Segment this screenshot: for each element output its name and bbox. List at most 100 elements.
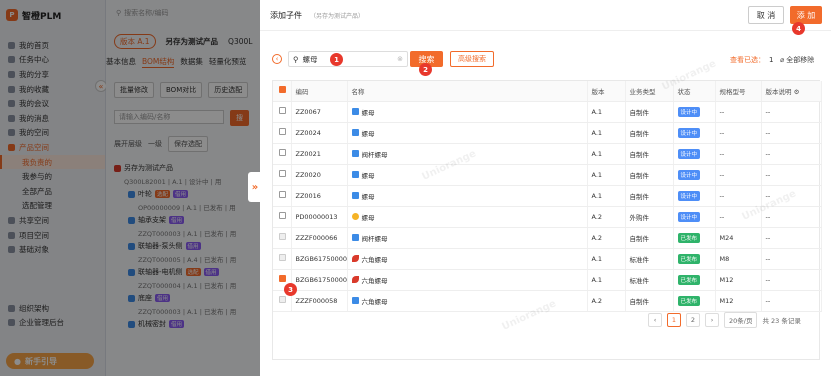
row-checkbox[interactable]	[279, 212, 286, 219]
cell-version: A.1	[587, 164, 626, 186]
cell-type: 标准件	[625, 269, 674, 291]
selected-count: 1	[769, 56, 774, 64]
drawer-header: 添加子件 （另存为测试产品）	[270, 10, 364, 21]
cell-type: 外购件	[625, 206, 674, 228]
table-row[interactable]: BZGB6175000066 六角螺母 A.1标准件已发布 M8--	[273, 248, 822, 270]
cell-name: 螺母	[347, 206, 588, 228]
cell-spec: --	[715, 185, 762, 207]
advanced-search-button[interactable]: 高级搜索	[450, 51, 494, 67]
row-checkbox	[279, 233, 286, 240]
cell-name: 六角螺母	[347, 248, 588, 270]
table-row[interactable]: ZZZF000066 阀杆螺母 A.2 自制件 已发布 M24 --	[273, 227, 822, 249]
clear-icon[interactable]: ⊗	[397, 55, 403, 63]
name-wrap: 螺母	[351, 170, 587, 180]
row-checkbox-cell[interactable]	[273, 185, 292, 207]
cell-code: ZZ0016	[291, 185, 348, 207]
cell-version: A.1	[587, 122, 626, 144]
table-row[interactable]: ZZ0020 螺母 A.1 自制件 设计中 -- --	[273, 164, 822, 186]
table-row[interactable]: ZZ0024 螺母 A.1 自制件 设计中 -- --	[273, 122, 822, 144]
table-row[interactable]: BZGB6175000061 六角螺母 A.1标准件已发布 M12--	[273, 269, 822, 291]
row-checkbox[interactable]	[279, 149, 286, 156]
row-checkbox-cell[interactable]	[273, 248, 292, 270]
drawer-title: 添加子件	[270, 11, 302, 20]
row-checkbox[interactable]	[279, 170, 286, 177]
status-badge: 已发布	[677, 232, 701, 243]
cell-version: A.2	[587, 290, 626, 312]
remove-all-button[interactable]: ⌀ 全部移除	[780, 55, 814, 65]
row-checkbox[interactable]	[279, 275, 286, 282]
row-checkbox-cell[interactable]	[273, 143, 292, 165]
row-checkbox[interactable]	[279, 107, 286, 114]
table-row[interactable]: ZZ0021 阀杆螺母 A.1 自制件 设计中 -- --	[273, 143, 822, 165]
cell-code: ZZZF000058	[291, 290, 348, 312]
col-note-label: 版本说明	[765, 87, 792, 96]
cell-status: 已发布	[673, 269, 716, 291]
row-checkbox-cell[interactable]	[273, 227, 292, 249]
row-checkbox-cell[interactable]	[273, 122, 292, 144]
total-records: 共 23 条记录	[762, 317, 801, 325]
cell-version: A.2	[587, 206, 626, 228]
col-note: 版本说明 ⚙	[761, 81, 822, 102]
cell-type: 自制件	[625, 290, 674, 312]
page-1-button[interactable]: 1	[667, 313, 681, 327]
cell-status: 设计中	[673, 164, 716, 186]
page-2-button[interactable]: 2	[686, 313, 700, 327]
part-type-icon	[351, 213, 359, 220]
header-divider	[260, 30, 831, 31]
add-button[interactable]: 添 加	[790, 6, 822, 24]
cell-code: ZZ0020	[291, 164, 348, 186]
table-header: 编码 名称 版本 业务类型 状态 规格型号 版本说明 ⚙	[273, 81, 822, 102]
settings-icon[interactable]: ⚙	[794, 88, 800, 96]
status-badge: 设计中	[677, 127, 701, 138]
page-size-select[interactable]: 20条/页	[724, 312, 758, 328]
cell-name: 六角螺母	[347, 269, 588, 291]
row-checkbox-cell[interactable]	[273, 164, 292, 186]
part-name: 六角螺母	[361, 255, 388, 264]
cancel-button[interactable]: 取 消	[748, 6, 784, 24]
part-name: 六角螺母	[361, 297, 388, 306]
table-row[interactable]: ZZ0067 螺母 A.1 自制件 设计中 -- --	[273, 101, 822, 123]
search-input[interactable]: ⚲ 螺母 ⊗	[288, 51, 408, 67]
back-icon[interactable]: ‹	[272, 54, 282, 64]
cell-note: --	[761, 143, 822, 165]
row-checkbox-cell[interactable]	[273, 101, 292, 123]
cell-status: 设计中	[673, 122, 716, 144]
status-badge: 设计中	[677, 190, 701, 201]
part-name: 螺母	[361, 192, 375, 201]
cell-code: PD00000013	[291, 206, 348, 228]
cell-code: ZZZF000066	[291, 227, 348, 249]
cell-type: 自制件	[625, 227, 674, 249]
select-all-box[interactable]	[279, 86, 286, 94]
cell-status: 设计中	[673, 101, 716, 123]
search-icon: ⚲	[293, 54, 299, 64]
select-all-checkbox[interactable]	[273, 81, 292, 102]
remove-icon: ⌀	[780, 56, 785, 64]
cell-version: A.1	[587, 269, 626, 291]
cell-name: 螺母	[347, 185, 588, 207]
prev-page-icon[interactable]: ‹	[648, 313, 662, 327]
part-name: 螺母	[361, 108, 375, 117]
part-name: 阀杆螺母	[361, 150, 388, 159]
table-row[interactable]: PD00000013 螺母 A.2 外购件 设计中 -- --	[273, 206, 822, 228]
next-page-icon[interactable]: ›	[705, 313, 719, 327]
table-row[interactable]: ZZ0016 螺母 A.1 自制件 设计中 -- --	[273, 185, 822, 207]
status-badge: 已发布	[677, 274, 701, 285]
row-checkbox[interactable]	[279, 191, 286, 198]
part-type-icon	[351, 276, 359, 283]
col-version: 版本	[587, 81, 626, 102]
cell-spec: --	[715, 143, 762, 165]
selected-info[interactable]: 查看已选： 1	[730, 55, 773, 65]
name-wrap: 螺母	[351, 107, 587, 117]
cell-code: BZGB6175000061	[291, 269, 348, 291]
status-badge: 设计中	[677, 148, 701, 159]
cell-code: BZGB6175000066	[291, 248, 348, 270]
part-type-icon	[351, 171, 359, 178]
status-badge: 设计中	[677, 211, 701, 222]
cell-note: --	[761, 227, 822, 249]
cell-name: 螺母	[347, 164, 588, 186]
cell-version: A.1	[587, 143, 626, 165]
row-checkbox[interactable]	[279, 128, 286, 135]
row-checkbox-cell[interactable]	[273, 206, 292, 228]
drawer-subtitle: （另存为测试产品）	[310, 13, 365, 20]
col-name: 名称	[347, 81, 588, 102]
